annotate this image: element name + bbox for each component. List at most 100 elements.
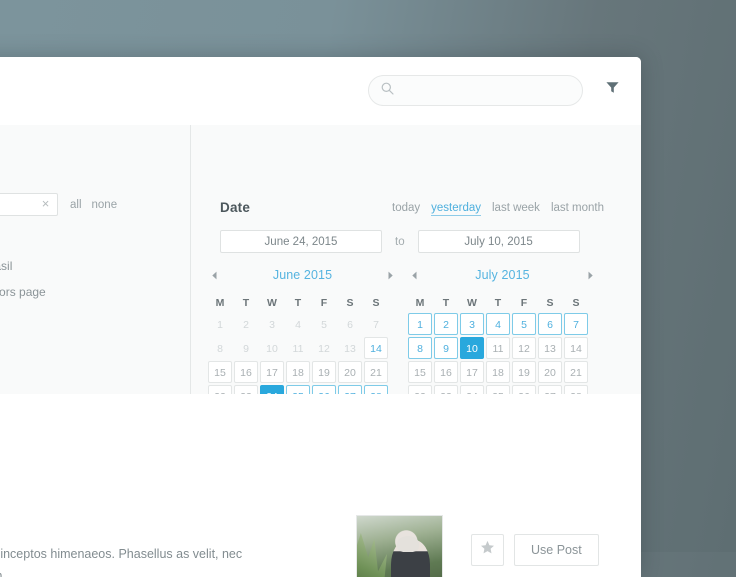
date-section-title: Date	[220, 200, 251, 215]
calendar-month-label: July 2015	[475, 268, 530, 282]
use-post-button[interactable]: Use Post	[514, 534, 599, 566]
date-column: Date today yesterday last week last mont…	[191, 125, 641, 431]
calendar-day-10[interactable]: 10	[460, 337, 484, 359]
weekday-header: T	[294, 297, 302, 309]
calendar-day-3[interactable]: 3	[460, 313, 484, 335]
calendar-day-13[interactable]: 13	[338, 337, 362, 359]
date-to-input[interactable]	[417, 230, 580, 253]
source-item-scrupbrasil[interactable]: ScrupBrasil	[0, 253, 175, 279]
calendar-day-17[interactable]: 17	[260, 361, 284, 383]
calendar-day-12[interactable]: 12	[512, 337, 536, 359]
thumbnail-hair	[396, 536, 420, 552]
calendar-day-4[interactable]: 4	[286, 313, 310, 335]
chevron-right-icon[interactable]	[384, 268, 398, 282]
calendar-day-5[interactable]: 5	[312, 313, 336, 335]
calendar-day-18[interactable]: 18	[286, 361, 310, 383]
calendar-day-19[interactable]: 19	[512, 361, 536, 383]
calendar-day-8[interactable]: 8	[208, 337, 232, 359]
quick-link-last-month[interactable]: last month	[551, 202, 604, 216]
post-thumbnail[interactable]	[356, 515, 443, 577]
date-to-label: to	[395, 235, 405, 248]
weekday-header: M	[415, 297, 425, 309]
weekday-header: W	[467, 297, 477, 309]
top-bar	[0, 57, 641, 126]
thumbnail-foliage	[357, 533, 387, 577]
source-search-input[interactable]	[0, 194, 37, 217]
calendar-day-9[interactable]: 9	[434, 337, 458, 359]
calendar-day-4[interactable]: 4	[486, 313, 510, 335]
app-window: × all none Facebook ScrupBrasil Competit…	[0, 57, 641, 577]
post-body-text: ubia nostra, per inceptos himenaeos. Pha…	[0, 547, 243, 577]
calendar-day-1[interactable]: 1	[408, 313, 432, 335]
calendar-day-13[interactable]: 13	[538, 337, 562, 359]
calendar-day-2[interactable]: 2	[434, 313, 458, 335]
source-item-label: ScrupBrasil	[0, 259, 13, 273]
weekday-header: M	[215, 297, 225, 309]
calendar-day-10[interactable]: 10	[260, 337, 284, 359]
calendar-day-17[interactable]: 17	[460, 361, 484, 383]
source-search-box[interactable]: ×	[0, 193, 58, 217]
chevron-right-icon[interactable]	[584, 268, 598, 282]
calendar-day-14[interactable]: 14	[564, 337, 588, 359]
calendar-month-label: June 2015	[272, 268, 333, 282]
calendar-day-7[interactable]: 7	[364, 313, 388, 335]
weekday-header: S	[572, 297, 580, 309]
source-list: Facebook ScrupBrasil Competitors page Tw…	[0, 227, 175, 357]
chevron-left-icon[interactable]	[207, 268, 221, 282]
calendar-day-12[interactable]: 12	[312, 337, 336, 359]
calendar-day-5[interactable]: 5	[512, 313, 536, 335]
weekday-header: W	[267, 297, 277, 309]
calendar-day-16[interactable]: 16	[234, 361, 258, 383]
select-all-none: all none	[70, 199, 117, 211]
select-all-link[interactable]: all	[70, 199, 82, 211]
source-column: × all none Facebook ScrupBrasil Competit…	[0, 125, 191, 394]
weekday-header: S	[546, 297, 554, 309]
weekday-header: S	[372, 297, 380, 309]
calendar-day-14[interactable]: 14	[364, 337, 388, 359]
calendar-day-16[interactable]: 16	[434, 361, 458, 383]
calendar-day-21[interactable]: 21	[564, 361, 588, 383]
search-input[interactable]	[403, 82, 567, 99]
favorite-button[interactable]	[471, 534, 504, 566]
calendar-day-1[interactable]: 1	[208, 313, 232, 335]
weekday-header: S	[346, 297, 354, 309]
calendar-day-20[interactable]: 20	[538, 361, 562, 383]
weekday-header: T	[242, 297, 250, 309]
chevron-left-icon[interactable]	[407, 268, 421, 282]
calendar-day-11[interactable]: 11	[286, 337, 310, 359]
source-item-competitors-page[interactable]: Competitors page	[0, 279, 175, 305]
quick-link-yesterday[interactable]: yesterday	[431, 202, 481, 216]
source-group-label: Facebook	[0, 227, 175, 253]
calendar-day-6[interactable]: 6	[538, 313, 562, 335]
weekday-header: T	[494, 297, 502, 309]
calendar-day-11[interactable]: 11	[486, 337, 510, 359]
clear-icon[interactable]: ×	[39, 197, 52, 211]
calendar-day-9[interactable]: 9	[234, 337, 258, 359]
calendar-day-8[interactable]: 8	[408, 337, 432, 359]
quick-link-today[interactable]: today	[392, 202, 420, 216]
weekday-header: F	[520, 297, 528, 309]
calendar-day-2[interactable]: 2	[234, 313, 258, 335]
filter-button[interactable]	[601, 79, 623, 101]
weekday-header: T	[442, 297, 450, 309]
source-item-scrup[interactable]: @Scrup	[0, 331, 175, 357]
star-icon	[480, 540, 495, 560]
calendar-day-20[interactable]: 20	[338, 361, 362, 383]
select-none-link[interactable]: none	[92, 199, 118, 211]
weekday-header: F	[320, 297, 328, 309]
quick-link-last-week[interactable]: last week	[492, 202, 540, 216]
calendar-day-19[interactable]: 19	[312, 361, 336, 383]
post-actions: Use Post	[471, 534, 599, 566]
date-from-input[interactable]	[220, 230, 382, 253]
calendar-day-21[interactable]: 21	[364, 361, 388, 383]
calendar-day-15[interactable]: 15	[408, 361, 432, 383]
calendar-day-15[interactable]: 15	[208, 361, 232, 383]
calendar-day-3[interactable]: 3	[260, 313, 284, 335]
source-item-label: Competitors page	[0, 285, 46, 299]
calendar-day-18[interactable]: 18	[486, 361, 510, 383]
filter-funnel-icon	[605, 80, 620, 100]
global-search[interactable]	[368, 75, 583, 106]
calendar-day-7[interactable]: 7	[564, 313, 588, 335]
date-quick-links: today yesterday last week last month	[392, 202, 604, 216]
calendar-day-6[interactable]: 6	[338, 313, 362, 335]
